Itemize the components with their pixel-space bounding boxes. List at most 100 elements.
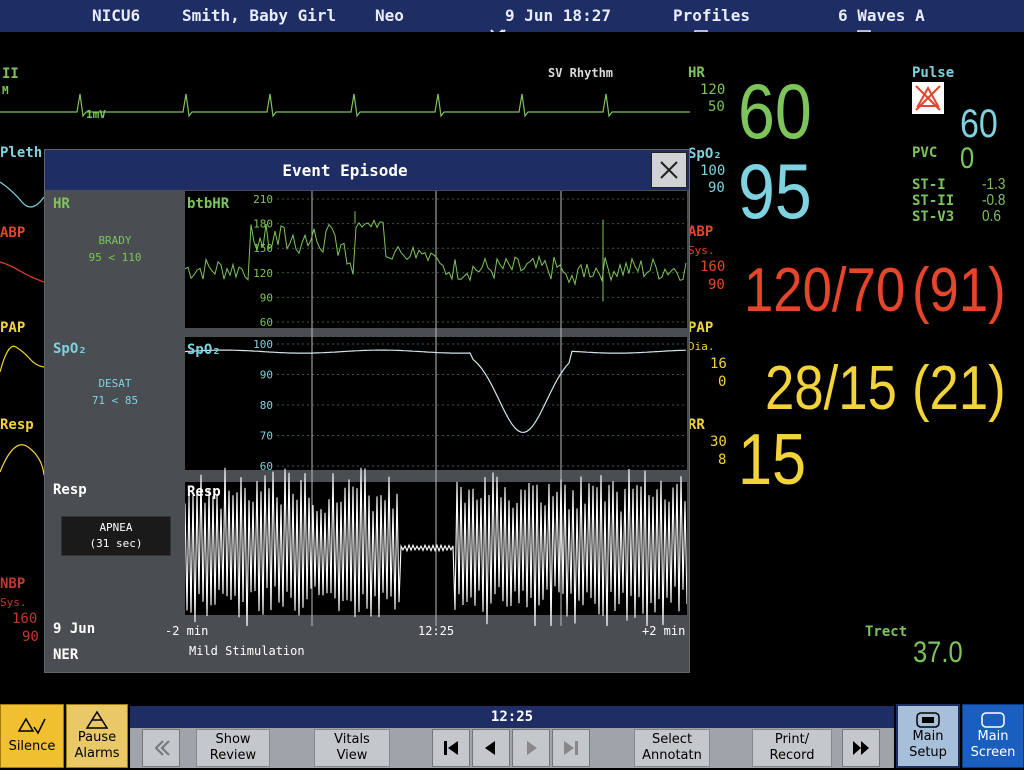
pap-alarm-high: 16 (710, 356, 727, 372)
silence-icon (17, 717, 47, 739)
hr-event-detail: 95 < 110 (45, 251, 185, 264)
dialog-hr-label: HR (53, 196, 70, 212)
rr-alarm-high: 30 (710, 434, 727, 450)
skip-end-icon (553, 730, 589, 766)
spo2-tick-label: 60 (260, 460, 273, 473)
show-label-1: Show (215, 732, 250, 748)
btbhr-tick-label: 120 (253, 267, 273, 280)
pap-waveform (0, 337, 44, 377)
setup-icon (914, 711, 942, 729)
pap-value[interactable]: 28/15 (765, 358, 897, 420)
st3-label[interactable]: ST-V3 (912, 209, 954, 225)
main-screen-button[interactable]: Main Screen (962, 704, 1024, 768)
pause-alarms-button[interactable]: Pause Alarms (66, 704, 128, 768)
show-review-button[interactable]: Show Review (196, 729, 270, 767)
resp-event-detail: (31 sec) (62, 537, 170, 550)
step-forward-button[interactable] (512, 729, 550, 767)
hr-alarm-high: 120 (700, 82, 725, 98)
pap-sub-label: Dia. (688, 340, 715, 353)
double-chevron-right-icon (843, 730, 879, 766)
main-setup-label-2: Setup (909, 745, 947, 761)
rr-label[interactable]: RR (688, 417, 705, 433)
st1-label[interactable]: ST-I (912, 177, 946, 193)
pap-mean: (21) (912, 358, 1006, 420)
hr-label[interactable]: HR (688, 65, 705, 81)
top-status-bar: NICU6 Smith, Baby Girl Neo 9 Jun 18:27 P… (0, 0, 1024, 32)
hr-value[interactable]: 60 (738, 72, 812, 150)
print-record-button[interactable]: Print/ Record (752, 729, 832, 767)
skip-start-icon (433, 730, 469, 766)
profiles-button[interactable]: Profiles (673, 6, 750, 25)
vitals-label-2: View (337, 748, 368, 764)
btbhr-tick-label: 150 (253, 242, 273, 255)
btbhr-tick-label: 90 (260, 291, 273, 304)
abp-alarm-low: 90 (708, 277, 725, 293)
dialog-resp-label: Resp (53, 482, 87, 498)
vitals-view-button[interactable]: Vitals View (314, 729, 390, 767)
print-label-1: Print/ (775, 732, 809, 748)
pap-wave-label[interactable]: PAP (0, 320, 25, 336)
abp-alarm-high: 160 (700, 259, 725, 275)
spo2-chart-label: SpO₂ (187, 342, 221, 358)
pleth-waveform (0, 172, 44, 212)
patient-category[interactable]: Neo (375, 6, 404, 25)
spo2-tick-label: 90 (260, 369, 273, 382)
abp-label[interactable]: ABP (688, 224, 713, 240)
rr-value[interactable]: 15 (738, 424, 806, 496)
btbhr-tick-label: 180 (253, 218, 273, 231)
abp-wave-label[interactable]: ABP (0, 225, 25, 241)
main-screen-label-1: Main (977, 729, 1008, 745)
nbp-sub-label: Sys. (0, 596, 27, 609)
st3-value: 0.6 (982, 209, 1001, 225)
spo2-tick-label: 70 (260, 430, 273, 443)
silence-button[interactable]: Silence (0, 704, 64, 768)
btbhr-tick-label: 210 (253, 193, 273, 206)
waves-button[interactable]: 6 Waves A (838, 6, 925, 25)
review-time-bar: 12:25 (130, 706, 894, 728)
pause-label-1: Pause (78, 730, 116, 746)
st2-label[interactable]: ST-II (912, 193, 954, 209)
go-end-button[interactable] (552, 729, 590, 767)
review-time: 12:25 (491, 709, 533, 725)
main-screen-label-2: Screen (971, 745, 1016, 761)
bottom-button-bar: Silence Pause Alarms 12:25 Show Review V… (0, 704, 1024, 768)
spo2-tick-label: 100 (253, 338, 273, 351)
nbp-alarm-high: 160 (12, 611, 37, 627)
screen-icon (979, 711, 1007, 729)
apnea-event-box: APNEA (31 sec) (61, 516, 171, 556)
spo2-value[interactable]: 95 (738, 152, 812, 230)
spo2-alarm-high: 100 (700, 163, 725, 179)
step-back-button[interactable] (472, 729, 510, 767)
abp-value[interactable]: 120/70 (744, 260, 905, 322)
pulse-alarm-off-icon (912, 82, 944, 114)
abp-sub-label: Sys. (688, 244, 715, 257)
trect-label[interactable]: Trect (865, 624, 907, 640)
scroll-fast-forward-button[interactable] (842, 729, 880, 767)
pvc-value: 0 (960, 144, 974, 174)
spo2-event-type: DESAT (45, 377, 185, 390)
nbp-label[interactable]: NBP (0, 576, 25, 592)
scroll-fast-back-button[interactable] (142, 729, 180, 767)
spo2-label[interactable]: SpO₂ (688, 146, 722, 162)
patient-name[interactable]: Smith, Baby Girl (182, 6, 336, 25)
pulse-value[interactable]: 60 (960, 104, 998, 144)
pleth-label[interactable]: Pleth (0, 145, 42, 161)
btbhr-tick-label: 60 (260, 316, 273, 329)
bed-label[interactable]: NICU6 (92, 6, 140, 25)
btbhr-chart-label: btbHR (187, 196, 230, 212)
ecg-lead-label[interactable]: II (2, 66, 19, 82)
pvc-label[interactable]: PVC (912, 145, 937, 161)
show-label-2: Review (210, 748, 256, 764)
resp-wave-label[interactable]: Resp (0, 417, 34, 433)
trect-value: 37.0 (913, 638, 963, 668)
close-button[interactable] (651, 152, 687, 188)
select-label-2: Annotatn (642, 748, 702, 764)
triangle-right-icon (513, 730, 549, 766)
go-start-button[interactable] (432, 729, 470, 767)
select-annotation-button[interactable]: Select Annotatn (634, 729, 710, 767)
episode-source: NER (53, 647, 78, 663)
pap-label[interactable]: PAP (688, 320, 713, 336)
event-episode-charts[interactable]: btbHR SpO₂ Resp 210180150120906010090807… (185, 191, 687, 626)
main-setup-button[interactable]: Main Setup (896, 704, 960, 768)
pulse-label[interactable]: Pulse (912, 65, 954, 81)
